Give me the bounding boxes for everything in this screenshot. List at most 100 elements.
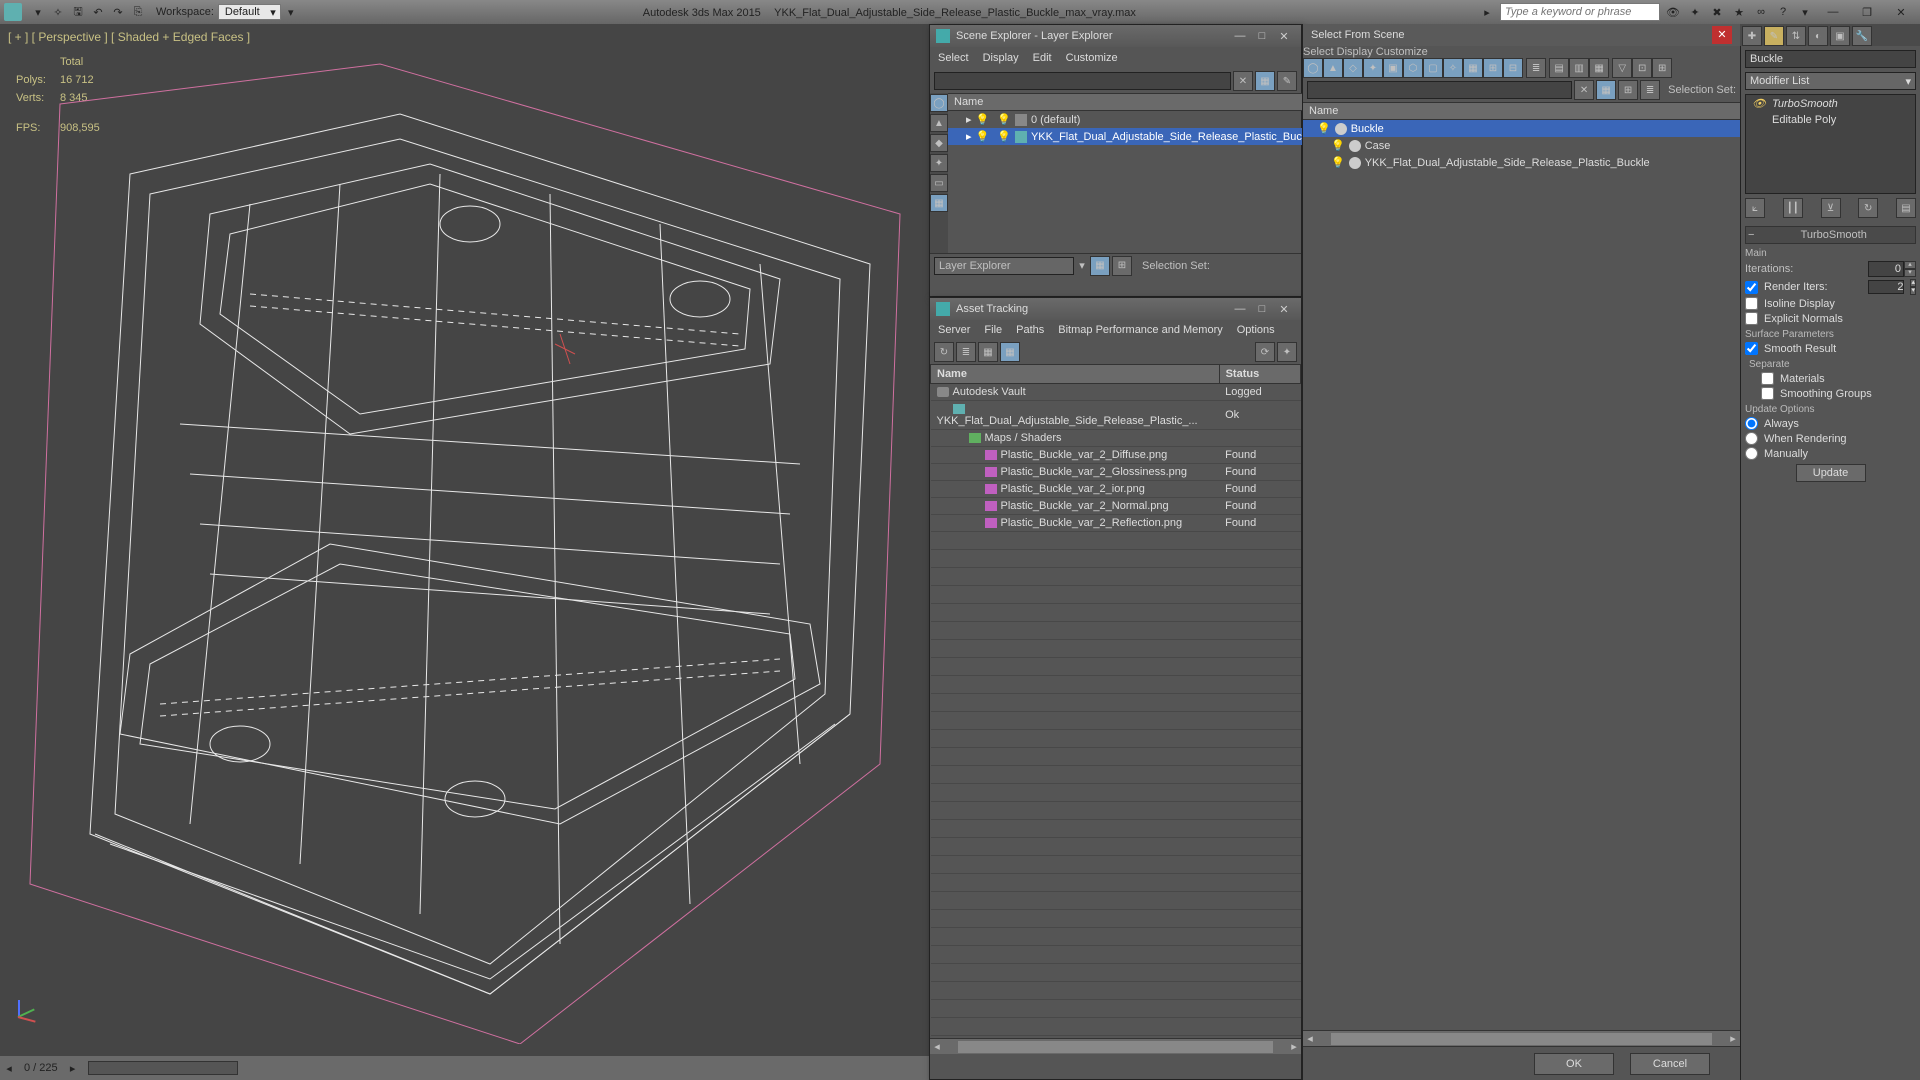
- cloud-icon[interactable]: ∞: [1752, 3, 1770, 21]
- asset-settings-icon[interactable]: ✦: [1277, 342, 1297, 362]
- sfs-tree-item[interactable]: 💡Buckle: [1303, 120, 1740, 137]
- scene-explorer-titlebar[interactable]: Scene Explorer - Layer Explorer — □ ✕: [930, 25, 1301, 47]
- sfs-t5-icon[interactable]: ▣: [1383, 58, 1403, 78]
- sfs-expand-icon[interactable]: ▤: [1549, 58, 1569, 78]
- stack-editable-poly[interactable]: Editable Poly: [1746, 112, 1915, 128]
- se-mode-dropdown[interactable]: Layer Explorer: [934, 257, 1074, 275]
- info-arrow-icon[interactable]: ▸: [1478, 3, 1496, 21]
- sfs-t10-icon[interactable]: ⊞: [1483, 58, 1503, 78]
- qat-link-icon[interactable]: ⎘: [128, 3, 148, 21]
- sfs-hscroll[interactable]: ◂▸: [1303, 1030, 1740, 1046]
- scene-explorer-close-icon[interactable]: ✕: [1273, 30, 1295, 43]
- isoline-check[interactable]: [1745, 297, 1758, 310]
- asset-col-name[interactable]: Name: [931, 365, 1220, 384]
- iter-up-icon[interactable]: ▴: [1904, 261, 1916, 269]
- asset-row[interactable]: Plastic_Buckle_var_2_Glossiness.pngFound: [931, 464, 1301, 481]
- render-iters-check[interactable]: [1745, 281, 1758, 294]
- sfs-close-icon[interactable]: ✕: [1712, 26, 1732, 44]
- sfs-t4-icon[interactable]: ✦: [1363, 58, 1383, 78]
- se-side-helpers-icon[interactable]: ▦: [930, 194, 948, 212]
- sfs-filter-icon[interactable]: ▽: [1612, 58, 1632, 78]
- sfs-sort1-icon[interactable]: ▦: [1596, 80, 1616, 100]
- show-end-icon[interactable]: ┃┃: [1783, 198, 1803, 218]
- sfs-t7-icon[interactable]: ▢: [1423, 58, 1443, 78]
- tab-motion-icon[interactable]: ◐: [1808, 26, 1828, 46]
- se-side-lights-icon[interactable]: ✦: [930, 154, 948, 172]
- se-side-geom-icon[interactable]: ▲: [930, 114, 948, 132]
- exchange-icon[interactable]: ✖: [1708, 3, 1726, 21]
- sfs-menu-customize[interactable]: Customize: [1376, 46, 1428, 58]
- help-search-input[interactable]: [1500, 3, 1660, 21]
- asset-row[interactable]: Plastic_Buckle_var_2_Reflection.pngFound: [931, 515, 1301, 532]
- asset-max-icon[interactable]: □: [1251, 303, 1273, 315]
- explicit-row[interactable]: Explicit Normals: [1745, 312, 1916, 325]
- asset-row[interactable]: Plastic_Buckle_var_2_Diffuse.pngFound: [931, 447, 1301, 464]
- signin-icon[interactable]: ✦: [1686, 3, 1704, 21]
- se-tree-item[interactable]: ▸💡💡YKK_Flat_Dual_Adjustable_Side_Release…: [948, 128, 1320, 145]
- restore-button[interactable]: ❐: [1852, 3, 1882, 21]
- sfs-collapse2-icon[interactable]: ▦: [1589, 58, 1609, 78]
- asset-row[interactable]: YKK_Flat_Dual_Adjustable_Side_Release_Pl…: [931, 401, 1301, 430]
- explicit-check[interactable]: [1745, 312, 1758, 325]
- asset-row[interactable]: Plastic_Buckle_var_2_Normal.pngFound: [931, 498, 1301, 515]
- render-iters-input[interactable]: [1868, 280, 1904, 294]
- sfs-menu-display[interactable]: Display: [1337, 46, 1373, 58]
- update-button[interactable]: Update: [1796, 464, 1866, 482]
- asset-menu-file[interactable]: File: [984, 324, 1002, 336]
- sfs-filter-input[interactable]: [1307, 81, 1572, 99]
- eye-icon[interactable]: 👁: [1752, 97, 1766, 110]
- configure-icon[interactable]: ▤: [1896, 198, 1916, 218]
- always-radio[interactable]: [1745, 417, 1758, 430]
- sfs-ok-button[interactable]: OK: [1534, 1053, 1614, 1075]
- sfs-lock-icon[interactable]: ⊞: [1652, 58, 1672, 78]
- asset-close-icon[interactable]: ✕: [1273, 303, 1295, 316]
- slider-prev-icon[interactable]: ◂: [0, 1059, 18, 1077]
- search-icon[interactable]: 👁: [1664, 3, 1682, 21]
- riter-down-icon[interactable]: ▾: [1910, 287, 1916, 295]
- asset-menu-options[interactable]: Options: [1237, 324, 1275, 336]
- tab-create-icon[interactable]: ✚: [1742, 26, 1762, 46]
- se-col-name[interactable]: Name: [948, 93, 1320, 111]
- se-view-layers-icon[interactable]: ▦: [1255, 71, 1275, 91]
- sfs-t12-icon[interactable]: ≣: [1526, 58, 1546, 78]
- manual-row[interactable]: Manually: [1745, 447, 1916, 460]
- se-menu-select[interactable]: Select: [938, 52, 969, 64]
- se-filter-input[interactable]: [934, 72, 1231, 90]
- asset-hscroll[interactable]: ◂▸: [930, 1038, 1301, 1054]
- se-menu-customize[interactable]: Customize: [1066, 52, 1118, 64]
- asset-row[interactable]: Autodesk VaultLogged: [931, 384, 1301, 401]
- qat-redo-icon[interactable]: ↷: [108, 3, 128, 21]
- sfs-t3-icon[interactable]: ◇: [1343, 58, 1363, 78]
- asset-grid-icon[interactable]: ▦: [1000, 342, 1020, 362]
- rollup-turbosmooth[interactable]: −TurboSmooth: [1745, 226, 1916, 244]
- sfs-cols-icon[interactable]: ⊡: [1632, 58, 1652, 78]
- asset-status-icon[interactable]: ⟳: [1255, 342, 1275, 362]
- se-clear-icon[interactable]: ✕: [1233, 71, 1253, 91]
- modifier-list-dropdown[interactable]: Modifier List: [1745, 72, 1916, 90]
- asset-refresh-icon[interactable]: ↻: [934, 342, 954, 362]
- favorite-icon[interactable]: ★: [1730, 3, 1748, 21]
- se-side-all-icon[interactable]: ◯: [930, 94, 948, 112]
- tab-utilities-icon[interactable]: 🔧: [1852, 26, 1872, 46]
- sfs-t6-icon[interactable]: ⬡: [1403, 58, 1423, 78]
- object-name-input[interactable]: [1745, 50, 1916, 68]
- iterations-input[interactable]: [1868, 261, 1904, 277]
- se-menu-display[interactable]: Display: [983, 52, 1019, 64]
- se-side-cams-icon[interactable]: ▭: [930, 174, 948, 192]
- sfs-tree-item[interactable]: 💡YKK_Flat_Dual_Adjustable_Side_Release_P…: [1303, 154, 1740, 171]
- tab-modify-icon[interactable]: ✎: [1764, 26, 1784, 46]
- asset-tree-icon[interactable]: ≣: [956, 342, 976, 362]
- sfs-t11-icon[interactable]: ⊟: [1503, 58, 1523, 78]
- always-row[interactable]: Always: [1745, 417, 1916, 430]
- asset-col-status[interactable]: Status: [1219, 365, 1300, 384]
- sfs-t2-icon[interactable]: ▲: [1323, 58, 1343, 78]
- se-footer-layers-icon[interactable]: ▦: [1090, 256, 1110, 276]
- asset-menu-bitmap[interactable]: Bitmap Performance and Memory: [1058, 324, 1222, 336]
- materials-row[interactable]: Materials: [1761, 372, 1916, 385]
- sfs-tree-item[interactable]: 💡Case: [1303, 137, 1740, 154]
- asset-min-icon[interactable]: —: [1229, 303, 1251, 315]
- tab-hierarchy-icon[interactable]: ⇅: [1786, 26, 1806, 46]
- qat-undo-icon[interactable]: ↶: [88, 3, 108, 21]
- whenr-radio[interactable]: [1745, 432, 1758, 445]
- sfs-filter-clear-icon[interactable]: ✕: [1574, 80, 1594, 100]
